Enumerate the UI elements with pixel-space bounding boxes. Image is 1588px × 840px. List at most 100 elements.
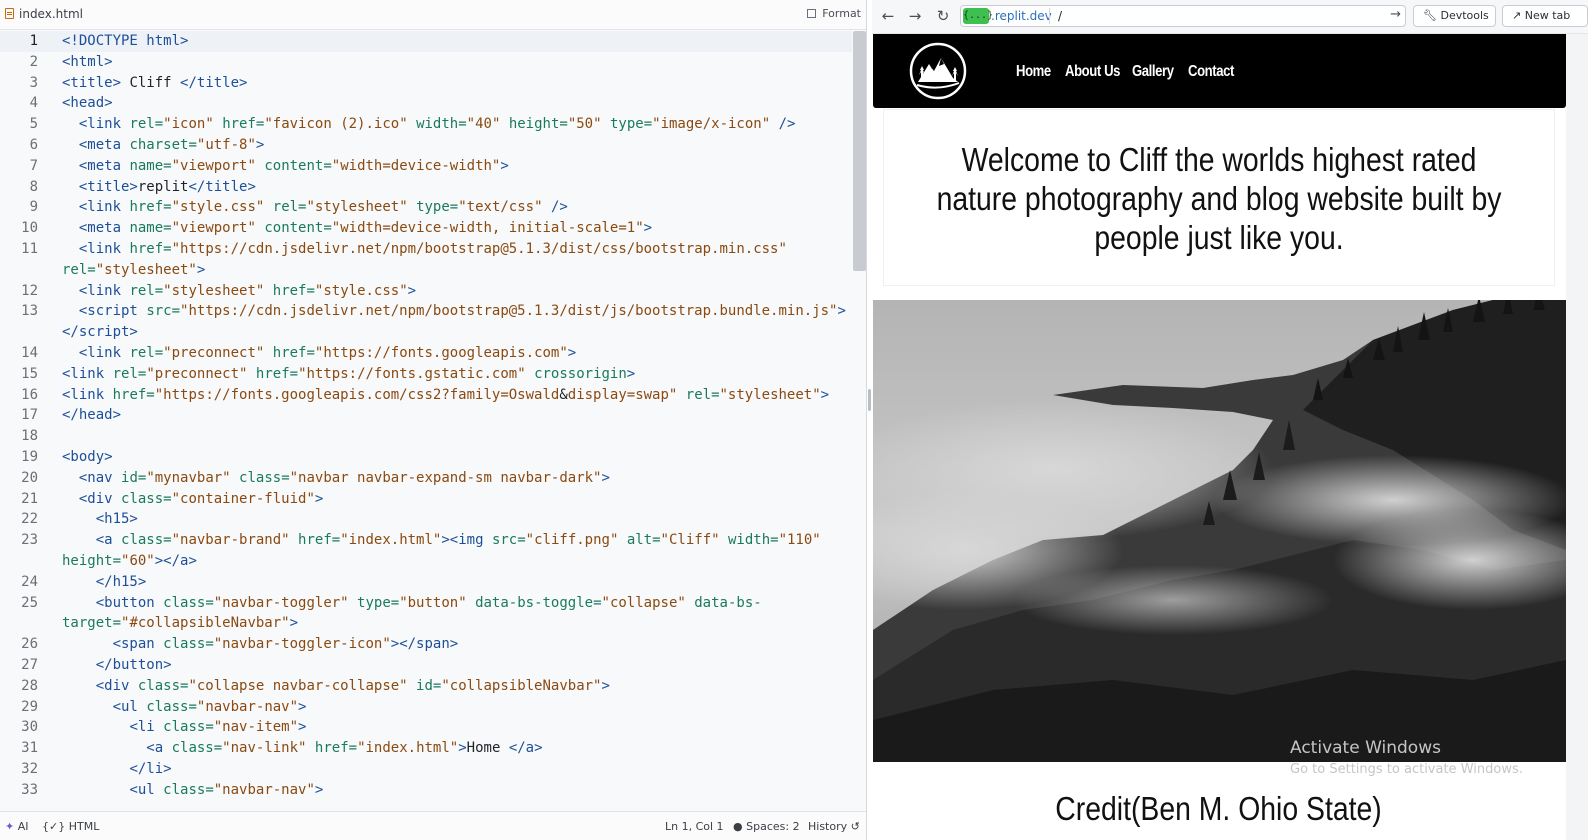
line-number: 5: [29, 116, 38, 133]
back-arrow-icon[interactable]: ←: [880, 8, 896, 24]
ai-button[interactable]: ✦ AI: [5, 820, 29, 833]
code-line[interactable]: 4 <head>: [0, 93, 852, 114]
reload-icon[interactable]: ↻: [935, 8, 951, 24]
code-line[interactable]: 21 <div class="container-fluid">: [0, 489, 852, 510]
code-text: <meta charset="utf-8">: [78, 136, 265, 153]
code-line[interactable]: 29 <ul class="navbar-nav">: [0, 697, 852, 718]
line-number: 17: [21, 407, 38, 424]
cliff-logo[interactable]: [909, 42, 967, 100]
code-line[interactable]: 30 <li class="nav-item">: [0, 717, 852, 738]
watermark-subtitle: Go to Settings to activate Windows.: [1290, 762, 1523, 777]
line-number: 21: [21, 490, 38, 507]
code-line[interactable]: 27 </button>: [0, 655, 852, 676]
code-line[interactable]: 12 <link rel="stylesheet" href="style.cs…: [0, 281, 852, 302]
format-label: Format: [822, 7, 861, 20]
code-line[interactable]: 25 <button class="navbar-toggler" type="…: [0, 593, 852, 635]
site-nav-contact[interactable]: Contact: [1188, 63, 1234, 81]
code-line[interactable]: 5 <link rel="icon" href="favicon (2).ico…: [0, 114, 852, 135]
hero-card: Welcome to Cliff the worlds highest rate…: [884, 110, 1554, 285]
code-text: <head>: [62, 95, 113, 112]
code-line[interactable]: 8 <title>replit</title>: [0, 177, 852, 198]
line-number: 32: [21, 760, 38, 777]
forward-arrow-icon[interactable]: →: [907, 8, 923, 24]
code-line[interactable]: 13 <script src="https://cdn.jsdelivr.net…: [0, 301, 852, 343]
code-line[interactable]: 9 <link href="style.css" rel="stylesheet…: [0, 197, 852, 218]
format-icon: [807, 9, 817, 18]
line-number: 14: [21, 344, 38, 361]
pane-resize-handle[interactable]: [868, 389, 871, 411]
code-line[interactable]: 31 <a class="nav-link" href="index.html"…: [0, 738, 852, 759]
code-line[interactable]: 1 <!DOCTYPE html>: [0, 31, 852, 52]
code-line[interactable]: 15 <link rel="preconnect" href="https://f…: [0, 364, 852, 385]
code-line[interactable]: 26 <span class="navbar-toggler-icon"></s…: [0, 634, 852, 655]
photo-credit: Credit(Ben M. Ohio State): [1055, 790, 1382, 827]
code-line[interactable]: 32 </li>: [0, 759, 852, 780]
code-text: <link href="https://fonts.googleapis.com…: [62, 386, 830, 403]
code-line[interactable]: 19 <body>: [0, 447, 852, 468]
editor-tab-bar: index.html Format: [0, 0, 866, 30]
indent-setting[interactable]: ● Spaces: 2: [733, 820, 800, 833]
line-number: 1: [29, 33, 38, 49]
code-text: <button class="navbar-toggler" type="but…: [95, 594, 762, 611]
code-line[interactable]: 16 <link href="https://fonts.googleapis.c…: [0, 385, 852, 406]
line-number: 4: [29, 95, 38, 112]
forest-photo: [873, 300, 1566, 762]
code-line[interactable]: 33 <ul class="navbar-nav">: [0, 780, 852, 797]
format-button[interactable]: Format: [807, 7, 861, 20]
ai-icon: ✦: [5, 820, 15, 833]
url-domain: .replit.dev: [991, 9, 1052, 23]
language-selector[interactable]: {✓} HTML: [42, 820, 99, 833]
cursor-position[interactable]: Ln 1, Col 1: [665, 820, 724, 833]
line-number: 19: [21, 448, 38, 465]
line-number: 11: [21, 240, 38, 257]
new-tab-button[interactable]: ↗ New tab: [1502, 5, 1588, 27]
code-text: <ul class="navbar-nav">: [129, 781, 324, 797]
line-number: 8: [29, 178, 38, 195]
line-number: 25: [21, 594, 38, 611]
line-number: 18: [21, 428, 38, 445]
line-number: 31: [21, 740, 38, 757]
webview-toolbar: ← → ↻ {...} .replit.dev / → 🔧︎ Devtools …: [872, 0, 1588, 34]
line-number: 15: [21, 365, 38, 382]
code-line[interactable]: 24 </h15>: [0, 572, 852, 593]
go-arrow-icon[interactable]: →: [1390, 7, 1401, 22]
site-nav-gallery[interactable]: Gallery: [1132, 63, 1174, 81]
webview-pane: ← → ↻ {...} .replit.dev / → 🔧︎ Devtools …: [872, 0, 1588, 840]
code-line[interactable]: 2 <html>: [0, 52, 852, 73]
line-number: 13: [21, 303, 38, 320]
code-text: </h15>: [95, 573, 147, 590]
new-tab-label: New tab: [1524, 9, 1571, 22]
code-braces-icon: {✓}: [42, 820, 66, 833]
devtools-button[interactable]: 🔧︎ Devtools: [1413, 5, 1496, 27]
code-text-wrapped: target="#collapsibleNavbar">: [62, 615, 299, 632]
site-nav-home[interactable]: Home: [1016, 63, 1051, 81]
history-label: History: [808, 820, 848, 833]
line-number: 27: [21, 656, 38, 673]
code-line[interactable]: 7 <meta name="viewport" content="width=d…: [0, 156, 852, 177]
line-number: 26: [21, 636, 38, 653]
code-line[interactable]: 20 <nav id="mynavbar" class="navbar navb…: [0, 468, 852, 489]
code-line[interactable]: 17 </head>: [0, 405, 852, 426]
code-line[interactable]: 23 <a class="navbar-brand" href="index.h…: [0, 530, 852, 572]
code-line[interactable]: 3 <title> Cliff </title>: [0, 73, 852, 94]
line-number: 24: [21, 573, 38, 590]
dot-icon: ●: [733, 820, 743, 833]
code-line[interactable]: 6 <meta charset="utf-8">: [0, 135, 852, 156]
url-bar[interactable]: {...} .replit.dev / →: [960, 5, 1406, 27]
code-text: </li>: [129, 760, 172, 777]
editor-tab-title[interactable]: index.html: [19, 7, 83, 21]
url-path-input[interactable]: /: [1058, 9, 1062, 23]
code-line[interactable]: 18: [0, 426, 852, 447]
editor-scrollbar[interactable]: [853, 31, 866, 271]
code-line[interactable]: 28 <div class="collapse navbar-collapse"…: [0, 676, 852, 697]
code-line[interactable]: 22 <h15>: [0, 509, 852, 530]
line-number: 29: [21, 698, 38, 715]
site-nav-about[interactable]: About Us: [1065, 63, 1120, 81]
code-area[interactable]: 1 <!DOCTYPE html> 2 <html> 3 <title> Cliff </…: [0, 31, 852, 797]
code-line[interactable]: 10 <meta name="viewport" content="width=…: [0, 218, 852, 239]
code-line[interactable]: 14 <link rel="preconnect" href="https://…: [0, 343, 852, 364]
history-button[interactable]: History ↺: [808, 820, 860, 833]
code-line[interactable]: 11 <link href="https://cdn.jsdelivr.net/…: [0, 239, 852, 281]
webview-scrollbar[interactable]: [1566, 34, 1588, 840]
code-text: <script src="https://cdn.jsdelivr.net/np…: [78, 303, 846, 320]
